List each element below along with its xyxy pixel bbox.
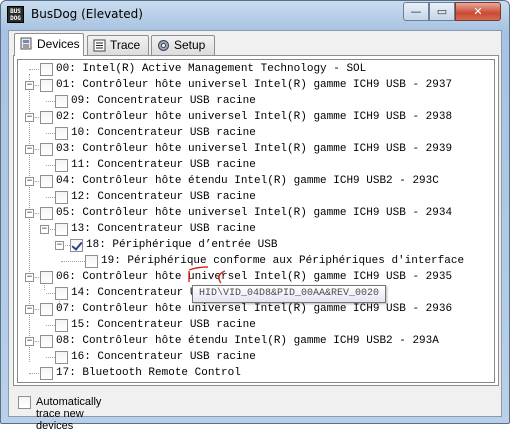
collapse-toggle[interactable]: − bbox=[25, 81, 34, 90]
node-label: 06: Contrôleur hôte universel Intel(R) g… bbox=[56, 271, 453, 283]
node-label: 12: Concentrateur USB racine bbox=[71, 191, 256, 203]
maximize-button[interactable]: ▭ bbox=[429, 2, 455, 21]
collapse-toggle[interactable]: − bbox=[40, 225, 49, 234]
tab-devices[interactable]: Devices bbox=[14, 33, 84, 56]
node-label: 02: Contrôleur hôte universel Intel(R) g… bbox=[56, 111, 453, 123]
node-label: 18: Périphérique d’entrée USB bbox=[86, 239, 278, 251]
node-checkbox[interactable] bbox=[40, 367, 53, 380]
device-id-tooltip: HID\VID_04D8&PID_00AA&REV_0020 bbox=[192, 285, 387, 303]
node-checkbox[interactable] bbox=[40, 143, 53, 156]
busdog-app-icon: BUS DOG bbox=[7, 6, 24, 23]
node-label: 10: Concentrateur USB racine bbox=[71, 127, 256, 139]
collapse-toggle[interactable]: − bbox=[25, 209, 34, 218]
node-checkbox[interactable] bbox=[55, 127, 68, 140]
node-label: 04: Contrôleur hôte étendu Intel(R) gamm… bbox=[56, 175, 439, 187]
node-checkbox[interactable] bbox=[55, 159, 68, 172]
node-checkbox[interactable] bbox=[55, 319, 68, 332]
node-checkbox[interactable] bbox=[55, 351, 68, 364]
minimize-button[interactable]: — bbox=[403, 2, 429, 21]
node-checkbox[interactable] bbox=[55, 287, 68, 300]
devices-panel: 00: Intel(R) Active Management Technolog… bbox=[13, 55, 499, 386]
collapse-toggle[interactable]: − bbox=[25, 177, 34, 186]
node-label: 13: Concentrateur USB racine bbox=[71, 223, 256, 235]
node-checkbox[interactable] bbox=[40, 335, 53, 348]
devices-icon bbox=[20, 37, 32, 50]
node-checkbox[interactable] bbox=[40, 111, 53, 124]
node-label: 08: Contrôleur hôte étendu Intel(R) gamm… bbox=[56, 335, 439, 347]
trace-icon bbox=[93, 39, 106, 52]
node-checkbox[interactable] bbox=[40, 79, 53, 92]
node-checkbox[interactable] bbox=[40, 271, 53, 284]
collapse-toggle[interactable]: − bbox=[25, 113, 34, 122]
gear-icon bbox=[158, 40, 169, 51]
title-bar[interactable]: BUS DOG BusDog (Elevated) — ▭ ✕ bbox=[1, 1, 509, 29]
node-label: 01: Contrôleur hôte universel Intel(R) g… bbox=[56, 79, 453, 91]
node-label: 15: Concentrateur USB racine bbox=[71, 319, 256, 331]
node-checkbox[interactable] bbox=[40, 63, 53, 76]
node-label: 00: Intel(R) Active Management Technolog… bbox=[56, 63, 367, 75]
node-checkbox[interactable] bbox=[55, 191, 68, 204]
node-label: 07: Contrôleur hôte universel Intel(R) g… bbox=[56, 303, 453, 315]
collapse-toggle[interactable]: − bbox=[25, 145, 34, 154]
busdog-window: BUS DOG BusDog (Elevated) — ▭ ✕ Devices bbox=[0, 0, 510, 432]
node-label: 16: Concentrateur USB racine bbox=[71, 351, 256, 363]
node-label: 19: Périphérique conforme aux Périphériq… bbox=[101, 255, 465, 267]
node-checkbox[interactable] bbox=[40, 175, 53, 188]
node-checkbox[interactable] bbox=[40, 303, 53, 316]
auto-trace-label: Automatically trace new devices bbox=[36, 396, 102, 432]
node-label: 09: Concentrateur USB racine bbox=[71, 95, 256, 107]
node-checkbox[interactable] bbox=[40, 207, 53, 220]
node-label: 17: Bluetooth Remote Control bbox=[56, 367, 241, 379]
node-checkbox[interactable] bbox=[55, 223, 68, 236]
tab-trace[interactable]: Trace bbox=[87, 35, 149, 55]
collapse-toggle[interactable]: − bbox=[55, 241, 64, 250]
tab-devices-label: Devices bbox=[37, 37, 80, 51]
auto-trace-checkbox[interactable] bbox=[18, 396, 31, 409]
tab-setup-label: Setup bbox=[174, 38, 206, 52]
client-area: Devices Trace Setup 00: Intel(R) Active … bbox=[8, 30, 502, 432]
node-label: 05: Contrôleur hôte universel Intel(R) g… bbox=[56, 207, 453, 219]
tab-trace-label: Trace bbox=[110, 38, 141, 52]
collapse-toggle[interactable]: − bbox=[25, 337, 34, 346]
collapse-toggle[interactable]: − bbox=[25, 273, 34, 282]
node-label: 03: Contrôleur hôte universel Intel(R) g… bbox=[56, 143, 453, 155]
node-checkbox-checked[interactable] bbox=[70, 239, 83, 252]
tab-setup[interactable]: Setup bbox=[151, 35, 215, 55]
collapse-toggle[interactable]: − bbox=[25, 305, 34, 314]
device-tree[interactable]: 00: Intel(R) Active Management Technolog… bbox=[17, 59, 495, 383]
node-label: 11: Concentrateur USB racine bbox=[71, 159, 256, 171]
node-checkbox[interactable] bbox=[85, 255, 98, 268]
close-button[interactable]: ✕ bbox=[455, 2, 501, 21]
window-title: BusDog (Elevated) bbox=[31, 7, 143, 21]
node-checkbox[interactable] bbox=[55, 95, 68, 108]
